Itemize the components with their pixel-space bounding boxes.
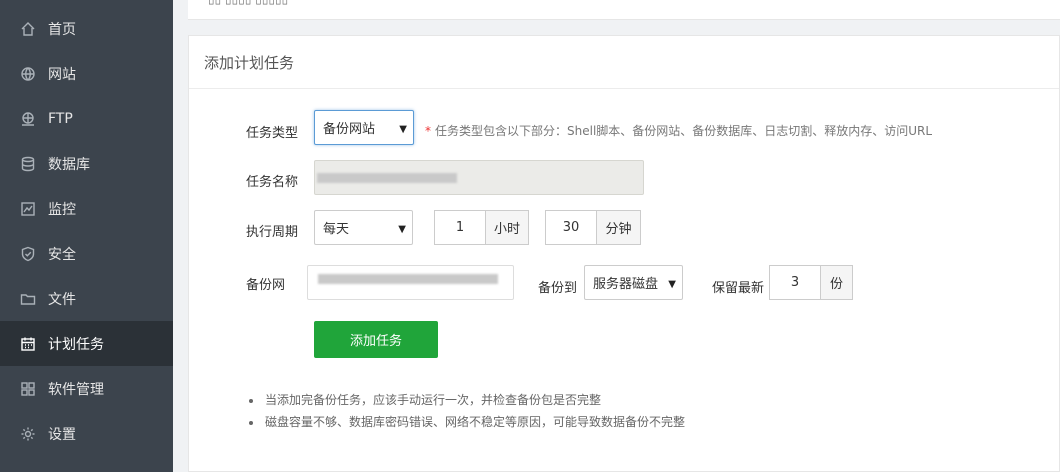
sidebar-item-monitor[interactable]: 监控 (0, 186, 173, 231)
task-type-hint: * 任务类型包含以下部分：Shell脚本、备份网站、备份数据库、日志切割、释放内存… (425, 124, 933, 138)
sidebar-item-label: 设置 (48, 426, 76, 443)
panel-title: 添加计划任务 (189, 36, 1059, 89)
backup-to-label: 备份到 (538, 281, 578, 296)
sidebar-item-label: 网站 (48, 66, 76, 83)
period-value: 每天 (323, 222, 350, 237)
sidebar-item-label: 数据库 (48, 156, 90, 173)
keep-unit: 份 (820, 265, 853, 300)
sidebar-item-label: 监控 (48, 201, 76, 218)
sidebar-item-home[interactable]: 首页 (0, 6, 173, 51)
task-type-select[interactable]: 备份网站 ▼ (314, 110, 414, 145)
add-task-button[interactable]: 添加任务 (314, 321, 438, 358)
shield-icon (20, 246, 36, 262)
sidebar-item-label: 文件 (48, 291, 76, 308)
sidebar-item-label: 计划任务 (48, 336, 104, 353)
sidebar-item-label: 安全 (48, 246, 76, 263)
note-item: 磁盘容量不够、数据库密码错误、网络不稳定等原因，可能导致数据备份不完整 (249, 411, 685, 433)
hour-unit: 小时 (485, 210, 529, 245)
minute-unit: 分钟 (596, 210, 641, 245)
sidebar-item-settings[interactable]: 设置 (0, 411, 173, 456)
sidebar: 首页 网站 FTP 数据库 监控 安全 文件 计划任务 软件管理 设置 (0, 0, 173, 472)
sidebar-item-ftp[interactable]: FTP (0, 96, 173, 141)
backup-site-select[interactable] (307, 265, 514, 300)
sidebar-item-label: 首页 (48, 21, 76, 38)
sidebar-item-website[interactable]: 网站 (0, 51, 173, 96)
home-icon (20, 21, 36, 37)
monitor-icon (20, 201, 36, 217)
sidebar-item-label: 软件管理 (48, 381, 104, 398)
minute-input[interactable]: 30 (545, 210, 597, 245)
folder-icon (20, 291, 36, 307)
task-name-label: 任务名称 (246, 175, 299, 190)
database-icon (20, 156, 36, 172)
ftp-icon (20, 111, 36, 127)
backup-site-label: 备份网 (246, 278, 286, 293)
hour-input[interactable]: 1 (434, 210, 486, 245)
grid-icon (20, 381, 36, 397)
note-item: 当添加完备份任务，应该手动运行一次，并检查备份包是否完整 (249, 389, 685, 411)
sidebar-item-security[interactable]: 安全 (0, 231, 173, 276)
keep-latest-label: 保留最新 (712, 281, 765, 296)
keep-count-input[interactable]: 3 (769, 265, 821, 300)
previous-panel-title: ▯▯ ▯▯▯▯ ▯▯▯▯▯ (208, 0, 288, 6)
sidebar-item-cron[interactable]: 计划任务 (0, 321, 173, 366)
add-cron-task-panel: 添加计划任务 任务类型 备份网站 ▼ * 任务类型包含以下部分：Shell脚本、备… (188, 35, 1060, 472)
task-name-input[interactable] (314, 160, 644, 195)
sidebar-item-software[interactable]: 软件管理 (0, 366, 173, 411)
previous-panel: ▯▯ ▯▯▯▯ ▯▯▯▯▯ (188, 0, 1060, 20)
task-type-label: 任务类型 (246, 126, 299, 141)
gear-icon (20, 426, 36, 442)
sidebar-item-files[interactable]: 文件 (0, 276, 173, 321)
sidebar-item-database[interactable]: 数据库 (0, 141, 173, 186)
caret-down-icon: ▼ (399, 124, 407, 135)
task-type-value: 备份网站 (323, 122, 376, 137)
globe-icon (20, 66, 36, 82)
caret-down-icon: ▼ (668, 279, 676, 290)
period-select[interactable]: 每天 ▼ (314, 210, 413, 245)
calendar-icon (20, 336, 36, 352)
backup-to-select[interactable]: 服务器磁盘 ▼ (584, 265, 683, 300)
period-label: 执行周期 (246, 225, 299, 240)
caret-down-icon: ▼ (398, 224, 406, 235)
sidebar-item-label: FTP (48, 110, 73, 127)
notes-list: 当添加完备份任务，应该手动运行一次，并检查备份包是否完整 磁盘容量不够、数据库密… (249, 389, 685, 433)
backup-to-value: 服务器磁盘 (593, 277, 659, 292)
